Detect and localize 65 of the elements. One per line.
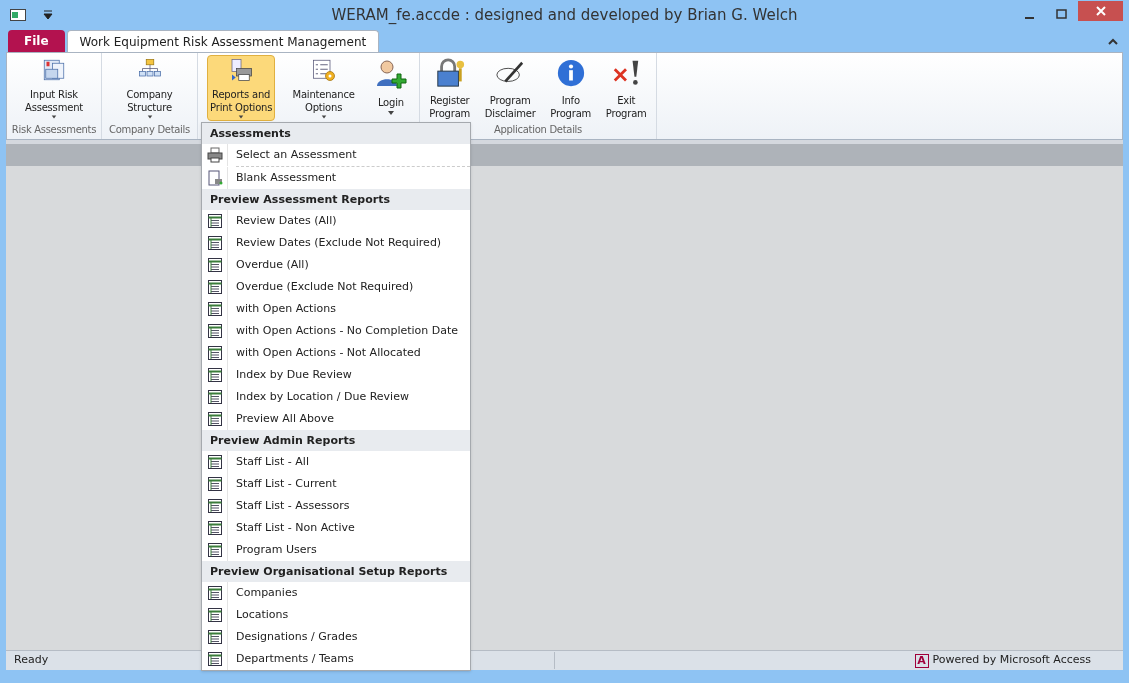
ribbon-button[interactable]: Exit Program xyxy=(602,55,650,121)
menu-heading: Preview Organisational Setup Reports xyxy=(202,561,470,582)
window-title: WERAM_fe.accde : designed and developed by Brian G. Welch xyxy=(330,4,799,26)
menu-item[interactable]: Index by Due Review xyxy=(202,364,470,386)
report-icon xyxy=(206,279,223,295)
ribbon-button[interactable]: Maintenance Options xyxy=(289,55,358,121)
ribbon-tab[interactable]: Work Equipment Risk Assessment Management xyxy=(66,30,380,52)
report-icon xyxy=(206,301,223,317)
menu-item[interactable]: Staff List - All xyxy=(202,451,470,473)
menu-item[interactable]: with Open Actions - No Completion Date xyxy=(202,320,470,342)
report-icon xyxy=(206,323,223,339)
report-icon xyxy=(206,411,223,427)
group-label: Company Details xyxy=(108,123,191,137)
report-icon xyxy=(206,367,223,383)
menu-item[interactable]: Departments / Teams xyxy=(202,648,470,670)
report-icon xyxy=(206,607,223,623)
report-icon xyxy=(206,476,223,492)
ribbon-button[interactable]: Program Disclaimer xyxy=(481,55,539,121)
menu-item[interactable]: Review Dates (Exclude Not Required) xyxy=(202,232,470,254)
ribbon-button[interactable]: Register Program xyxy=(426,55,474,121)
app-menu-icon[interactable] xyxy=(10,9,26,21)
menu-item[interactable]: Staff List - Non Active xyxy=(202,517,470,539)
menu-item[interactable]: Designations / Grades xyxy=(202,626,470,648)
report-icon xyxy=(206,235,223,251)
menu-item[interactable]: Overdue (All) xyxy=(202,254,470,276)
report-icon xyxy=(206,542,223,558)
close-button[interactable] xyxy=(1078,0,1123,21)
report-icon xyxy=(206,345,223,361)
menu-heading: Preview Admin Reports xyxy=(202,430,470,451)
group-label: Risk Assessments xyxy=(10,123,98,137)
close-icon xyxy=(1094,4,1107,17)
document-icon xyxy=(206,170,223,186)
file-tab[interactable]: File xyxy=(8,30,65,52)
ribbon-button[interactable]: Input Risk Assessment xyxy=(22,55,86,121)
menu-heading: Assessments xyxy=(202,123,470,144)
printer-icon xyxy=(206,147,223,163)
report-icon xyxy=(206,651,223,667)
group-label: Application Details xyxy=(493,123,583,137)
menu-item[interactable]: Staff List - Assessors xyxy=(202,495,470,517)
powered-by-text: Powered by Microsoft Access xyxy=(932,652,1091,669)
ribbon-button[interactable]: Login xyxy=(371,55,410,121)
user-add-icon xyxy=(374,58,407,90)
menu-item[interactable]: Companies xyxy=(202,582,470,604)
access-logo-icon: A xyxy=(914,653,929,668)
menu-item[interactable]: with Open Actions xyxy=(202,298,470,320)
report-icon xyxy=(206,520,223,536)
menu-item[interactable]: with Open Actions - Not Allocated xyxy=(202,342,470,364)
report-icon xyxy=(206,585,223,601)
report-icon xyxy=(206,498,223,514)
menu-item[interactable]: Review Dates (All) xyxy=(202,210,470,232)
menu-item[interactable]: Overdue (Exclude Not Required) xyxy=(202,276,470,298)
quick-access-dropdown-icon[interactable] xyxy=(42,9,54,21)
report-icon xyxy=(206,389,223,405)
ribbon-button[interactable]: Reports and Print Options xyxy=(207,55,276,121)
menu-item[interactable]: Staff List - Current xyxy=(202,473,470,495)
report-icon xyxy=(206,257,223,273)
status-text: Ready xyxy=(13,652,49,669)
menu-item[interactable]: Locations xyxy=(202,604,470,626)
report-icon xyxy=(206,213,223,229)
menu-item[interactable]: Index by Location / Due Review xyxy=(202,386,470,408)
report-icon xyxy=(206,454,223,470)
ribbon-button[interactable]: Info Program xyxy=(547,55,595,121)
ribbon-button[interactable]: Company Structure xyxy=(123,55,176,121)
menu-heading: Preview Assessment Reports xyxy=(202,189,470,210)
report-icon xyxy=(206,629,223,645)
